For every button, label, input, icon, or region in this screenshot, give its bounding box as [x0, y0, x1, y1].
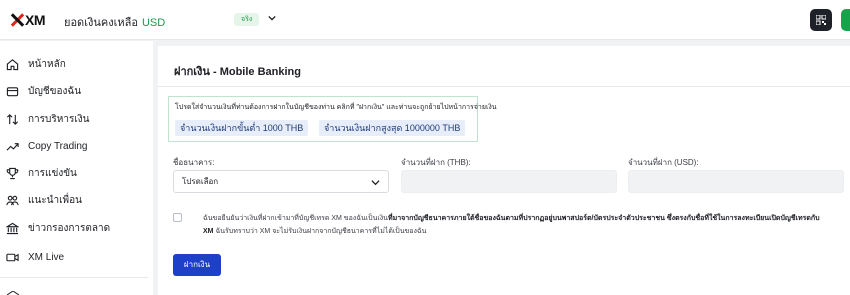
bank-select[interactable]: โปรดเลือก	[173, 170, 389, 193]
video-icon	[6, 253, 19, 261]
amount-usd-input[interactable]	[628, 170, 844, 193]
friends-icon	[6, 195, 19, 205]
max-deposit-badge: จำนวนเงินฝากสูงสุด 1000000 THB	[319, 120, 466, 136]
chevron-down-icon[interactable]	[268, 14, 276, 22]
deposit-submit-button[interactable]: ฝากเงิน	[173, 254, 221, 276]
amount-thb-label: จำนวนที่ฝาก (THB):	[401, 158, 471, 167]
wallet-icon	[6, 86, 19, 96]
bank-icon	[6, 222, 19, 234]
sidebar-item-label: การแข่งขัน	[28, 167, 77, 179]
transfer-icon	[6, 113, 19, 125]
sidebar-item-label: ข่าวกรองการตลาด	[28, 222, 111, 234]
chevron-down-icon	[371, 180, 380, 186]
trend-icon	[6, 142, 19, 151]
sidebar-item-xm-live[interactable]: XM Live	[0, 245, 153, 269]
qr-code-icon	[816, 15, 826, 25]
balance-display: ยอดเงินคงเหลือ USD	[64, 13, 165, 31]
sidebar-item-my-accounts[interactable]: บัญชีของฉัน	[0, 79, 153, 103]
sidebar-nav: หน้าหลัก บัญชีของฉัน การบริหารเงิน Copy …	[0, 41, 153, 295]
sidebar-next-item-icon	[6, 291, 20, 295]
account-type-badge: จริง	[234, 13, 260, 26]
sidebar-item-market-intelligence[interactable]: ข่าวกรองการตลาด	[0, 216, 153, 240]
card-divider	[158, 86, 850, 87]
balance-currency: USD	[141, 17, 166, 29]
deposit-limits-box: โปรดใส่จำนวนเงินที่ท่านต้องการฝากในบัญชี…	[168, 96, 497, 142]
sidebar-item-label: หน้าหลัก	[28, 58, 66, 70]
top-header: XM ยอดเงินคงเหลือ USD จริง	[0, 0, 850, 40]
amount-usd-label: จำนวนที่ฝาก (USD):	[628, 158, 699, 167]
qr-code-button[interactable]	[810, 9, 832, 31]
page-title: ฝากเงิน - Mobile Banking	[174, 66, 301, 78]
consent-text-part-1: ฉันขอยืนยันว่าเงินที่ฝากเข้ามาที่บัญชีเท…	[203, 215, 388, 222]
sidebar-item-home[interactable]: หน้าหลัก	[0, 52, 153, 76]
bank-name-label: ชื่อธนาคาร:	[173, 158, 215, 167]
logo-text: XM	[25, 12, 46, 28]
xm-logo-mark-icon	[10, 13, 24, 27]
sidebar-item-label: Copy Trading	[28, 140, 88, 152]
partial-green-button[interactable]	[841, 9, 850, 31]
sidebar-item-label: การบริหารเงิน	[28, 113, 90, 125]
home-icon	[6, 58, 19, 70]
sidebar-item-competitions[interactable]: การแข่งขัน	[0, 161, 153, 185]
sidebar-item-money-management[interactable]: การบริหารเงิน	[0, 107, 153, 131]
deposit-card: ฝากเงิน - Mobile Banking โปรดใส่จำนวนเงิ…	[158, 46, 850, 295]
consent-text: ฉันขอยืนยันว่าเงินที่ฝากเข้ามาที่บัญชีเท…	[203, 212, 823, 238]
sidebar-item-label: XM Live	[28, 251, 65, 263]
consent-checkbox[interactable]	[173, 213, 182, 222]
sidebar-item-refer-friend[interactable]: แนะนำเพื่อน	[0, 188, 153, 212]
balance-label: ยอดเงินคงเหลือ	[64, 17, 138, 29]
consent-text-part-2: ฉันรับทราบว่า XM จะไม่รับเงินฝากจากบัญชี…	[213, 228, 427, 235]
bank-select-value: โปรดเลือก	[182, 177, 219, 186]
sidebar-item-label: แนะนำเพื่อน	[28, 194, 82, 206]
deposit-instructions: โปรดใส่จำนวนเงินที่ท่านต้องการฝากในบัญชี…	[175, 104, 497, 111]
min-deposit-badge: จำนวนเงินฝากขั้นต่ำ 1000 THB	[175, 120, 309, 136]
xm-logo[interactable]: XM	[10, 12, 46, 28]
trophy-icon	[6, 167, 19, 179]
sidebar-item-label: บัญชีของฉัน	[28, 85, 82, 97]
amount-thb-input[interactable]	[401, 170, 617, 193]
sidebar-item-copy-trading[interactable]: Copy Trading	[0, 134, 153, 158]
sidebar-divider	[0, 277, 148, 278]
